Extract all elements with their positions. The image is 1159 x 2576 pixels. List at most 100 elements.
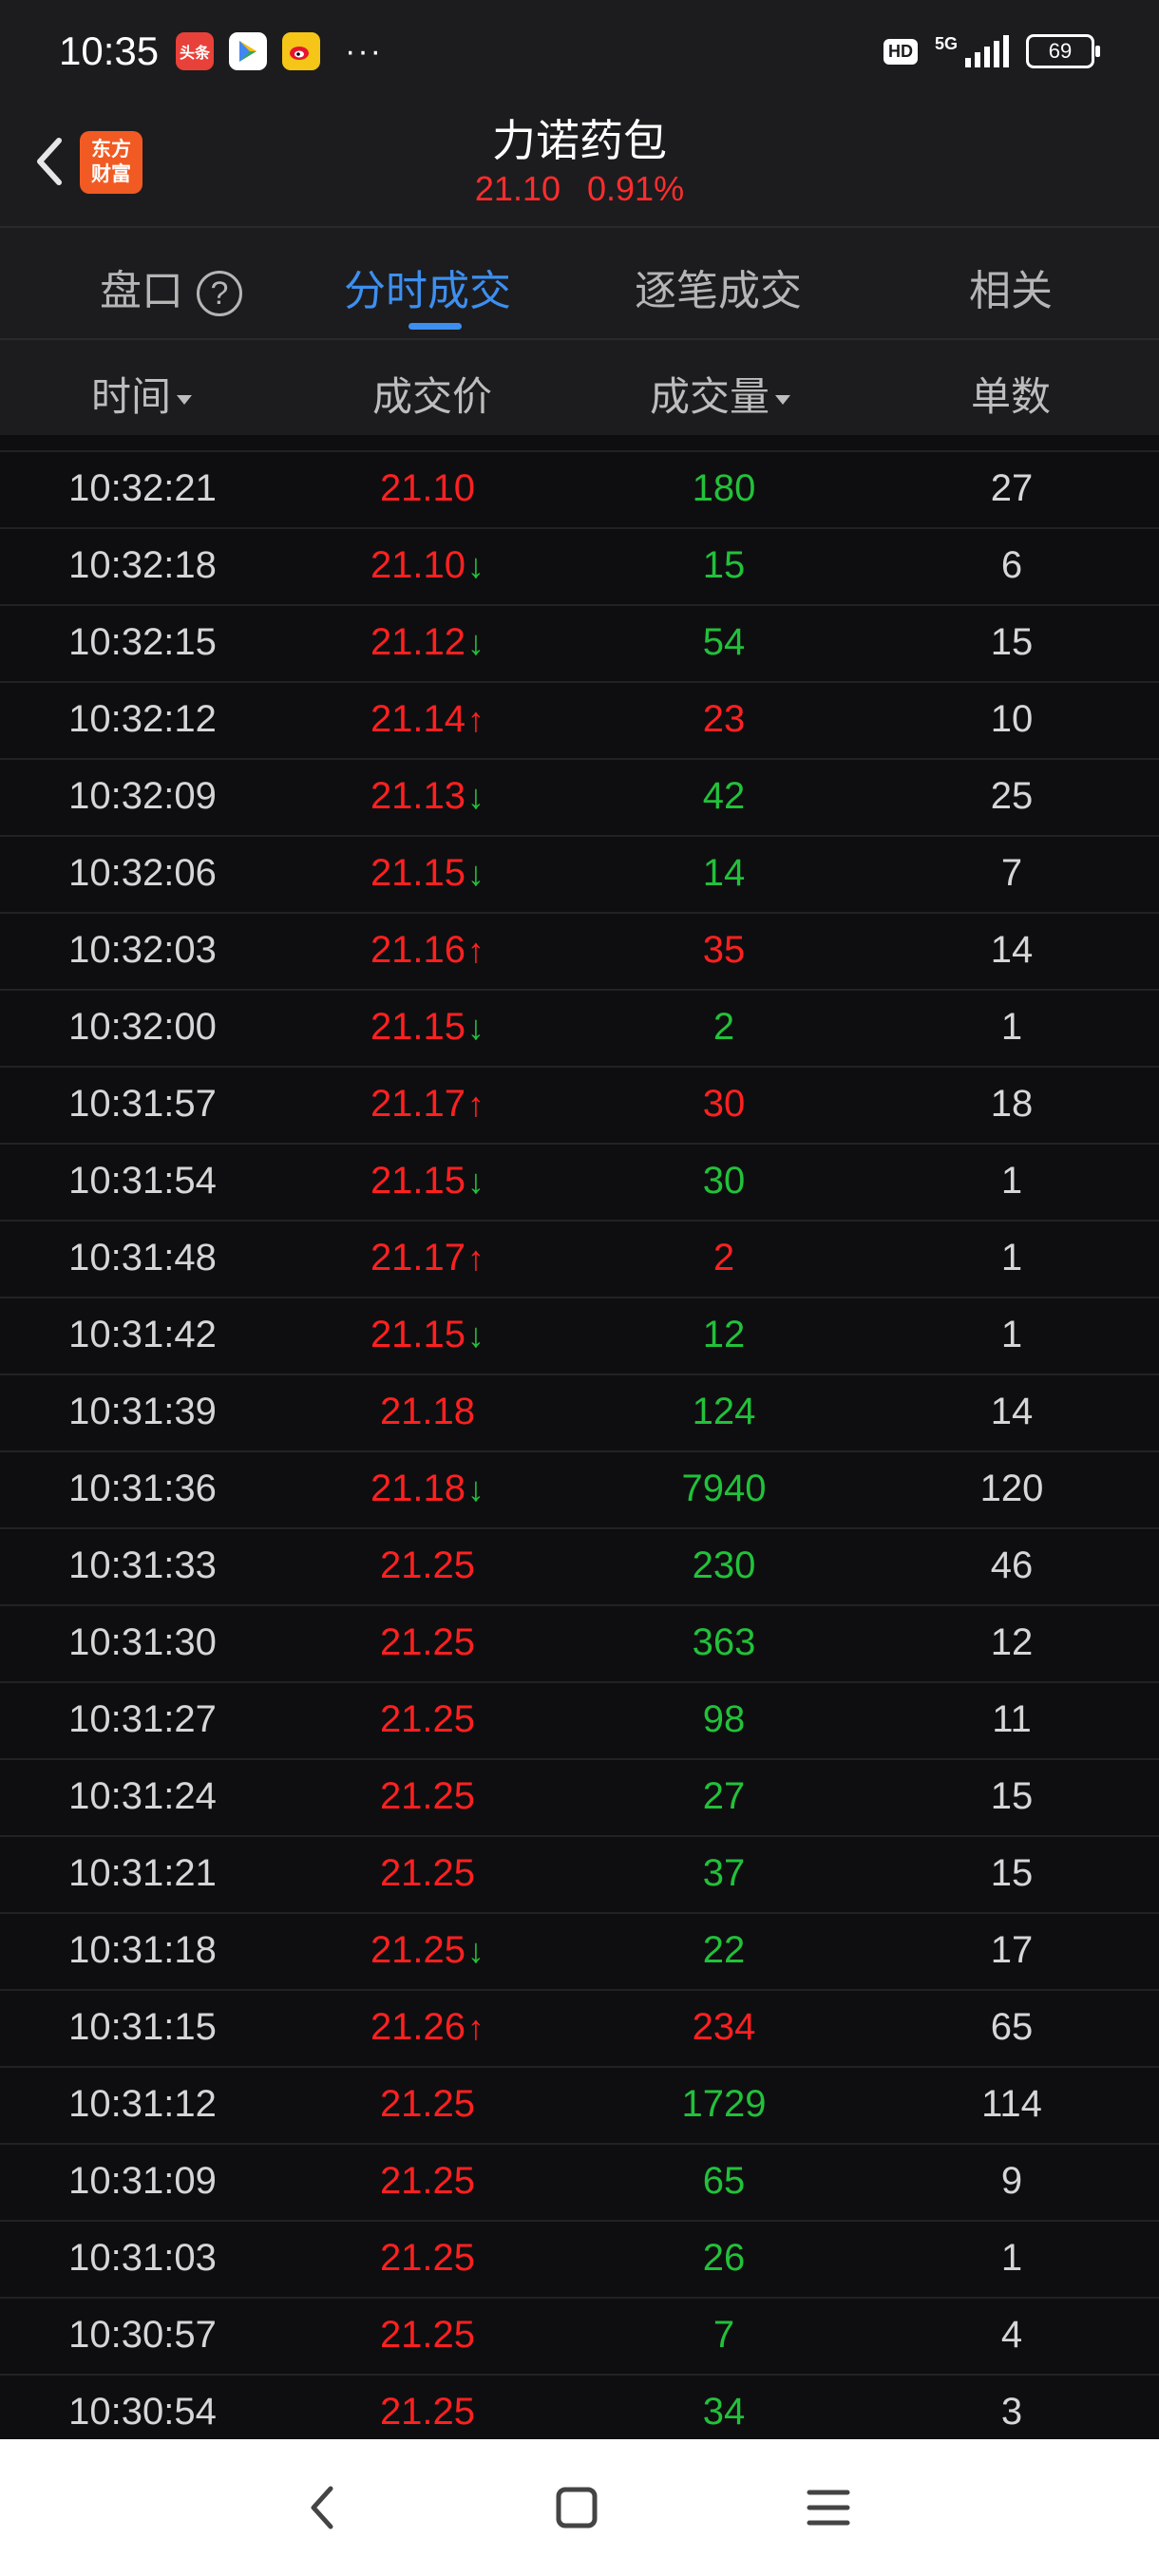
trade-time: 10:32:12 bbox=[68, 698, 217, 740]
trade-time: 10:31:15 bbox=[68, 2006, 217, 2048]
col-volume[interactable]: 成交量 bbox=[650, 365, 791, 423]
trade-count: 17 bbox=[990, 1929, 1034, 1971]
table-row[interactable]: 10:31:54 21.15↓ 30 1 bbox=[0, 1145, 1159, 1222]
nav-menu-button[interactable] bbox=[806, 2481, 851, 2539]
table-row[interactable]: 10:31:24 21.25 27 15 bbox=[0, 1760, 1159, 1837]
table-row[interactable]: 10:31:33 21.25 230 46 bbox=[0, 1529, 1159, 1606]
trade-volume: 7940 bbox=[681, 1468, 767, 1509]
trade-count: 14 bbox=[990, 1391, 1034, 1432]
nav-back-icon bbox=[311, 2486, 333, 2529]
table-row[interactable]: 10:31:36 21.18↓ 7940 120 bbox=[0, 1452, 1159, 1529]
tab-xiangguan[interactable]: 相关 bbox=[969, 256, 1053, 317]
trade-time: 10:31:42 bbox=[68, 1314, 217, 1355]
trade-count: 6 bbox=[1000, 544, 1023, 586]
table-row[interactable]: 10:32:18 21.10↓ 15 6 bbox=[0, 529, 1159, 606]
signal-icon bbox=[965, 35, 1009, 67]
table-row[interactable]: 10:31:42 21.15↓ 12 1 bbox=[0, 1298, 1159, 1375]
trade-price-value: 21.25 bbox=[379, 2391, 476, 2433]
table-row[interactable]: 10:32:06 21.15↓ 14 7 bbox=[0, 837, 1159, 914]
status-time: 10:35 bbox=[59, 28, 160, 73]
help-icon[interactable]: ? bbox=[197, 271, 242, 317]
trade-price-value: 21.12 bbox=[370, 621, 466, 663]
trade-time: 10:31:12 bbox=[68, 2083, 217, 2125]
trade-count: 15 bbox=[990, 621, 1034, 663]
trade-count: 15 bbox=[990, 1852, 1034, 1894]
up-arrow-icon: ↑ bbox=[467, 1085, 485, 1124]
trade-table[interactable]: 10:32:21 21.10 180 27 10:32:18 21.10↓ 15 6 10:32… bbox=[0, 435, 1159, 2439]
down-arrow-icon: ↓ bbox=[467, 623, 485, 662]
table-row[interactable]: 10:31:30 21.25 363 12 bbox=[0, 1606, 1159, 1683]
up-arrow-icon: ↑ bbox=[467, 1239, 485, 1278]
table-row[interactable]: 10:31:03 21.25 26 1 bbox=[0, 2222, 1159, 2299]
up-arrow-icon: ↑ bbox=[467, 2008, 485, 2047]
system-nav-bar bbox=[0, 2439, 1159, 2576]
table-row[interactable]: 10:32:15 21.12↓ 54 15 bbox=[0, 606, 1159, 683]
trade-price-value: 21.25 bbox=[379, 2314, 476, 2356]
trade-volume: 180 bbox=[692, 467, 756, 509]
table-row[interactable]: 10:32:00 21.15↓ 2 1 bbox=[0, 991, 1159, 1068]
trade-volume: 42 bbox=[702, 775, 746, 817]
down-arrow-icon: ↓ bbox=[467, 1008, 485, 1047]
trade-price-value: 21.18 bbox=[370, 1468, 466, 1509]
tab-pankou[interactable]: 盘口? bbox=[100, 256, 242, 317]
trade-volume: 26 bbox=[702, 2237, 746, 2279]
battery-level: 69 bbox=[1048, 39, 1073, 63]
trade-count: 18 bbox=[990, 1083, 1034, 1125]
trade-time: 10:31:30 bbox=[68, 1621, 217, 1663]
table-row[interactable]: 10:32:03 21.16↑ 35 14 bbox=[0, 914, 1159, 991]
table-row[interactable]: 10:31:39 21.18 124 14 bbox=[0, 1375, 1159, 1452]
table-row[interactable]: 10:31:27 21.25 98 11 bbox=[0, 1683, 1159, 1760]
table-row[interactable]: 10:30:57 21.25 7 4 bbox=[0, 2299, 1159, 2376]
tab-pankou-label: 盘口 bbox=[100, 268, 183, 314]
table-row[interactable]: 10:31:57 21.17↑ 30 18 bbox=[0, 1068, 1159, 1145]
table-row[interactable]: 10:31:48 21.17↑ 2 1 bbox=[0, 1222, 1159, 1298]
col-count: 单数 bbox=[971, 374, 1052, 419]
trade-price: 21.25 bbox=[285, 2160, 570, 2203]
table-row[interactable]: 10:30:54 21.25 34 3 bbox=[0, 2376, 1159, 2439]
table-row[interactable]: 10:32:12 21.14↑ 23 10 bbox=[0, 683, 1159, 760]
tab-zhubi[interactable]: 逐笔成交 bbox=[635, 256, 802, 317]
col-volume-label: 成交量 bbox=[650, 374, 770, 419]
status-indicators: HD 5G 69 bbox=[883, 34, 1100, 68]
trade-count: 1 bbox=[1000, 1314, 1023, 1355]
trade-count: 27 bbox=[990, 467, 1034, 509]
trade-price: 21.18↓ bbox=[285, 1468, 570, 1510]
trade-price: 21.25 bbox=[285, 2391, 570, 2434]
trade-time: 10:31:36 bbox=[68, 1468, 217, 1509]
trade-time: 10:32:06 bbox=[68, 852, 217, 894]
trade-volume: 98 bbox=[702, 1698, 746, 1740]
nav-home-button[interactable] bbox=[553, 2481, 600, 2539]
table-row[interactable]: 10:31:21 21.25 37 15 bbox=[0, 1837, 1159, 1914]
trade-time: 10:32:21 bbox=[68, 467, 217, 509]
column-header: 时间 成交价 成交量 单数 bbox=[0, 338, 1159, 435]
trade-price: 21.12↓ bbox=[285, 621, 570, 664]
stock-name: 力诺药包 bbox=[492, 116, 667, 165]
trade-price-value: 21.25 bbox=[370, 1929, 466, 1971]
down-arrow-icon: ↓ bbox=[467, 546, 485, 585]
table-row[interactable]: 10:32:09 21.13↓ 42 25 bbox=[0, 760, 1159, 837]
trade-volume: 7 bbox=[712, 2314, 735, 2356]
trade-price: 21.17↑ bbox=[285, 1083, 570, 1126]
table-row[interactable]: 10:31:18 21.25↓ 22 17 bbox=[0, 1914, 1159, 1991]
trade-price-value: 21.15 bbox=[370, 1314, 466, 1355]
tab-fenshi[interactable]: 分时成交 bbox=[344, 256, 511, 317]
trade-price: 21.25 bbox=[285, 1852, 570, 1895]
trade-volume: 15 bbox=[702, 544, 746, 586]
down-arrow-icon: ↓ bbox=[467, 1316, 485, 1354]
trade-volume: 37 bbox=[702, 1852, 746, 1894]
play-store-icon bbox=[229, 32, 267, 70]
trade-time: 10:32:15 bbox=[68, 621, 217, 663]
trade-volume: 22 bbox=[702, 1929, 746, 1971]
table-row[interactable]: 10:31:12 21.25 1729 114 bbox=[0, 2068, 1159, 2145]
trade-price: 21.16↑ bbox=[285, 929, 570, 972]
network-type: 5G bbox=[934, 34, 958, 53]
trade-count: 1 bbox=[1000, 1237, 1023, 1279]
down-arrow-icon: ↓ bbox=[467, 1469, 485, 1508]
trade-time: 10:31:03 bbox=[68, 2237, 217, 2279]
table-row[interactable]: 10:31:15 21.26↑ 234 65 bbox=[0, 1991, 1159, 2068]
table-row[interactable]: 10:31:09 21.25 65 9 bbox=[0, 2145, 1159, 2222]
active-tab-indicator bbox=[408, 323, 462, 330]
nav-back-button[interactable] bbox=[302, 2481, 344, 2539]
col-time[interactable]: 时间 bbox=[91, 365, 193, 423]
table-row[interactable]: 10:32:21 21.10 180 27 bbox=[0, 452, 1159, 529]
